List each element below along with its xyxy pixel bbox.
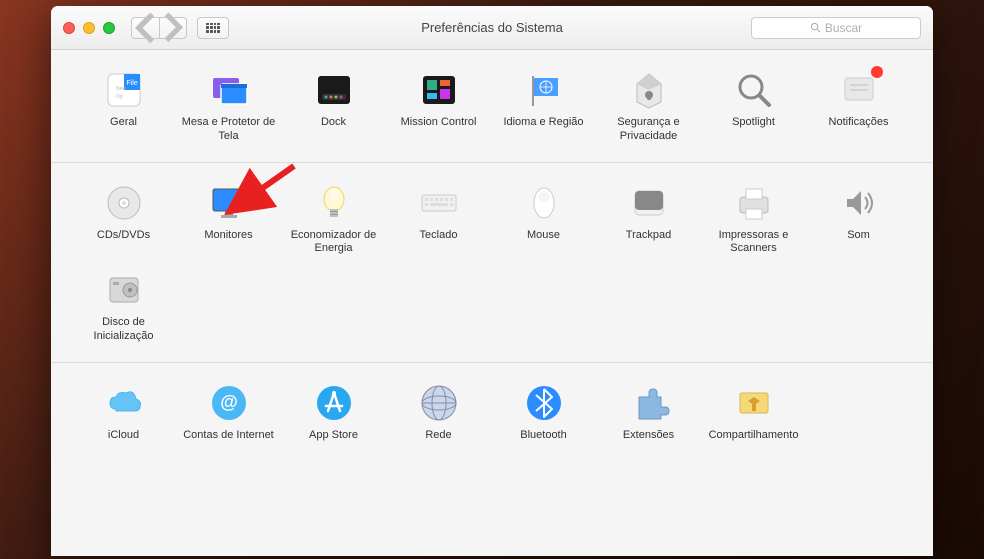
pref-label: Bluetooth [520,429,566,443]
pref-label: Geral [110,116,137,130]
pref-label: Notificações [829,116,889,130]
pref-label: App Store [309,429,358,443]
displays-icon [207,181,251,225]
search-icon [810,22,821,33]
svg-text:Op: Op [116,94,123,100]
pref-label: Contas de Internet [183,429,274,443]
pref-mission-control[interactable]: Mission Control [386,64,491,152]
disc-icon [102,181,146,225]
close-button[interactable] [63,22,75,34]
pref-label: Mission Control [401,116,477,130]
bluetooth-icon [522,381,566,425]
pref-label: Disco de Inicialização [74,316,174,344]
svg-text:File: File [126,80,137,87]
mouse-icon [522,181,566,225]
back-button[interactable] [131,17,159,39]
general-icon: FileNew Op [102,68,146,112]
pref-dock[interactable]: Dock [281,64,386,152]
pref-mouse[interactable]: Mouse [491,177,596,265]
network-icon [417,381,461,425]
pref-internet-accounts[interactable]: @ Contas de Internet [176,377,281,451]
pref-label: iCloud [108,429,139,443]
startup-disk-icon [102,268,146,312]
pref-sound[interactable]: Som [806,177,911,265]
forward-button[interactable] [159,17,187,39]
energy-icon [312,181,356,225]
desktop-icon [207,68,251,112]
pref-desktop[interactable]: Mesa e Protetor de Tela [176,64,281,152]
appstore-icon [312,381,356,425]
pref-label: Segurança e Privacidade [599,116,699,144]
section-hardware: CDs/DVDs Monitores Economizador de Energ… [51,162,933,362]
pref-label: Compartilhamento [709,429,799,443]
trackpad-icon [627,181,671,225]
pref-bluetooth[interactable]: Bluetooth [491,377,596,451]
pref-energy[interactable]: Economizador de Energia [281,177,386,265]
pref-discs[interactable]: CDs/DVDs [71,177,176,265]
pref-printers[interactable]: Impressoras e Scanners [701,177,806,265]
notification-badge [871,66,883,78]
pref-startup-disk[interactable]: Disco de Inicialização [71,264,176,352]
notifications-icon [837,68,881,112]
pref-appstore[interactable]: App Store [281,377,386,451]
grid-view-button[interactable] [197,17,229,39]
pref-displays[interactable]: Monitores [176,177,281,265]
pref-sharing[interactable]: Compartilhamento [701,377,806,451]
sound-icon [837,181,881,225]
mission-control-icon [417,68,461,112]
pref-icloud[interactable]: iCloud [71,377,176,451]
pref-label: Extensões [623,429,674,443]
icloud-icon [102,381,146,425]
svg-text:New: New [116,86,126,92]
pref-label: Spotlight [732,116,775,130]
search-input[interactable]: Buscar [751,17,921,39]
section-internet: iCloud @ Contas de Internet App Store [51,362,933,461]
keyboard-icon [417,181,461,225]
pref-label: Mouse [527,229,560,243]
pref-label: Som [847,229,870,243]
accounts-icon: @ [207,381,251,425]
pref-label: Impressoras e Scanners [704,229,804,257]
printers-icon [732,181,776,225]
pref-trackpad[interactable]: Trackpad [596,177,701,265]
pref-security[interactable]: Segurança e Privacidade [596,64,701,152]
dock-icon [312,68,356,112]
language-icon [522,68,566,112]
security-icon [627,68,671,112]
pref-language[interactable]: Idioma e Região [491,64,596,152]
spotlight-icon [732,68,776,112]
pref-label: Rede [425,429,451,443]
pref-notifications[interactable]: Notificações [806,64,911,152]
pref-label: Economizador de Energia [284,229,384,257]
navigation-buttons [131,17,187,39]
search-placeholder: Buscar [825,21,862,35]
pref-label: CDs/DVDs [97,229,150,243]
pref-label: Teclado [420,229,458,243]
pref-label: Dock [321,116,346,130]
pref-label: Idioma e Região [503,116,583,130]
extensions-icon [627,381,671,425]
pref-label: Trackpad [626,229,671,243]
pref-label: Mesa e Protetor de Tela [179,116,279,144]
traffic-lights [63,22,115,34]
svg-text:@: @ [220,392,238,412]
pref-extensions[interactable]: Extensões [596,377,701,451]
section-personal: FileNewOp Geral Mesa e Protetor de Tela … [51,50,933,162]
pref-network[interactable]: Rede [386,377,491,451]
minimize-button[interactable] [83,22,95,34]
maximize-button[interactable] [103,22,115,34]
pref-geral[interactable]: FileNew Op Geral [71,64,176,152]
pref-keyboard[interactable]: Teclado [386,177,491,265]
pref-label: Monitores [204,229,252,243]
preferences-grid: FileNewOp Geral Mesa e Protetor de Tela … [51,50,933,556]
system-preferences-window: Preferências do Sistema Buscar FileNew Op… [51,6,933,556]
pref-spotlight[interactable]: Spotlight [701,64,806,152]
titlebar: Preferências do Sistema Buscar [51,6,933,50]
sharing-icon [732,381,776,425]
